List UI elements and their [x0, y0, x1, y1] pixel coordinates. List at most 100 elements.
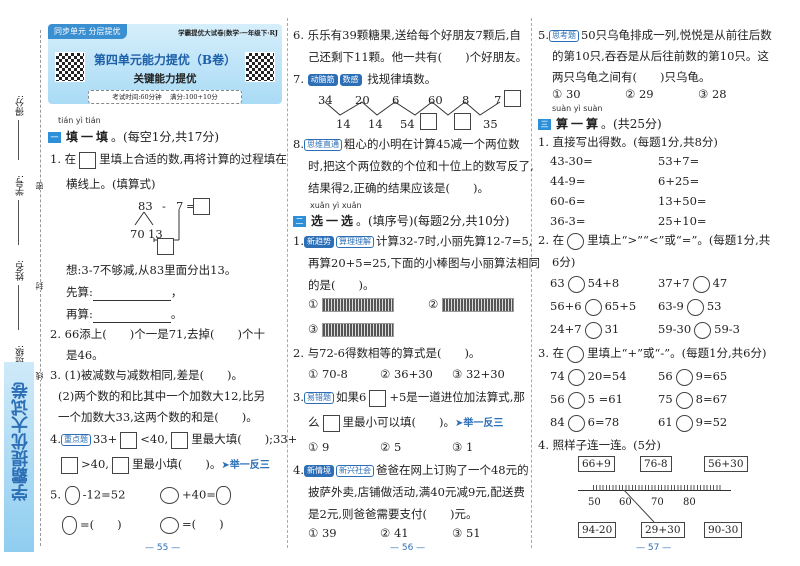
- expression-card[interactable]: 94-20: [578, 522, 617, 538]
- full-score: 满分:100+10分: [169, 93, 218, 101]
- expression-card[interactable]: 29+30: [641, 522, 685, 538]
- choice-1: 1. 新趋势 算理理解 计算32-7时,小丽先算12-7=5,: [293, 233, 532, 249]
- choice-1-option-3[interactable]: ③: [308, 322, 394, 337]
- pattern-number: 35: [483, 117, 498, 131]
- choice-5-option-1[interactable]: ① 30: [552, 87, 581, 101]
- text: =( ): [182, 517, 224, 531]
- calc-item[interactable]: 43-30=: [550, 153, 593, 169]
- question-1-cont: 横线上。(填算式): [66, 177, 156, 191]
- choice-1-option-2[interactable]: ②: [428, 297, 514, 312]
- answer-box[interactable]: [120, 431, 138, 449]
- choice-3-option-2[interactable]: ② 5: [380, 440, 401, 454]
- answer-circle[interactable]: [675, 414, 693, 432]
- section-note: 。(共25分): [601, 117, 662, 131]
- answer-box[interactable]: [157, 238, 174, 255]
- answer-box[interactable]: [504, 90, 521, 107]
- tag: 动脑筋: [307, 74, 338, 86]
- answer-box[interactable]: [111, 456, 129, 474]
- calc-item[interactable]: 25+10=: [658, 213, 707, 229]
- answer-circle[interactable]: [584, 321, 602, 339]
- calc-item[interactable]: 13+50=: [658, 193, 707, 209]
- option-label: ②: [428, 297, 439, 311]
- num: 4.: [293, 463, 304, 477]
- answer-circle[interactable]: [675, 391, 693, 409]
- answer-line[interactable]: [92, 284, 171, 301]
- calc-item[interactable]: 53+7=: [658, 153, 699, 169]
- series-name: 学霸提优大试卷|数学·一年级下·RJ: [178, 29, 278, 37]
- answer-box[interactable]: [369, 389, 387, 407]
- answer-line[interactable]: [92, 306, 171, 323]
- pattern-number: 7: [494, 93, 502, 107]
- num: 5.: [538, 28, 549, 42]
- page-number: — 55 —: [145, 543, 181, 553]
- choice-4-option-3[interactable]: ③ 51: [452, 526, 481, 540]
- text: 里填上“>”“<”或“=”。(每题1分,共: [587, 233, 771, 247]
- choice-5-option-3[interactable]: ③ 28: [698, 87, 727, 101]
- choice-5-option-2[interactable]: ② 29: [625, 87, 654, 101]
- expression-card[interactable]: 66+9: [578, 456, 615, 472]
- calc-item[interactable]: 36-3=: [550, 213, 585, 229]
- pattern-number: 54: [400, 117, 415, 131]
- calc-item[interactable]: 6+25=: [658, 173, 699, 189]
- text: >40,: [81, 457, 109, 471]
- banner: 学霸提优大试卷: [4, 362, 34, 552]
- answer-circle[interactable]: [567, 368, 585, 386]
- section-title: 选一选: [311, 214, 357, 228]
- choice-2-option-3[interactable]: ③ 32+30: [452, 367, 505, 381]
- choice-2-option-1[interactable]: ① 70-8: [308, 367, 348, 381]
- question-4: 4. 重点题 33+ <40, 里最大填( );33+: [50, 431, 297, 449]
- text: 如果6: [335, 390, 367, 404]
- choice-2-option-2[interactable]: ② 36+30: [380, 367, 433, 381]
- text: 1. 在: [50, 152, 77, 166]
- choice-3-option-3[interactable]: ③ 1: [452, 440, 473, 454]
- section-number: 二: [293, 216, 306, 227]
- answer-circle[interactable]: [694, 321, 712, 339]
- answer-box[interactable]: [322, 414, 340, 432]
- calc-item[interactable]: 60-6=: [550, 193, 585, 209]
- answer-circle[interactable]: [584, 298, 602, 316]
- question-4-cont: >40, 里最小填( )。➤举一反三: [58, 456, 270, 474]
- answer-box[interactable]: [454, 113, 471, 130]
- question-7: 7. 动脑筋 数感 找规律填数。: [293, 71, 436, 87]
- sign-item: 56 5 =61: [550, 391, 623, 409]
- page-number: — 57 —: [636, 543, 672, 553]
- compare-item: 37+7 47: [658, 275, 727, 293]
- choice-4-option-1[interactable]: ① 39: [308, 526, 337, 540]
- answer-circle[interactable]: [686, 298, 704, 316]
- answer-circle[interactable]: [692, 275, 710, 293]
- calc-item[interactable]: 44-9=: [550, 173, 585, 189]
- practice-link[interactable]: ➤举一反三: [221, 460, 269, 471]
- practice-link[interactable]: ➤举一反三: [455, 418, 503, 429]
- pear-icon: [64, 486, 80, 505]
- answer-circle[interactable]: [567, 275, 585, 293]
- text: =( ): [80, 517, 122, 532]
- answer-circle[interactable]: [567, 414, 585, 432]
- text: 里最小填( )。: [131, 457, 222, 471]
- text: 2. 在: [538, 233, 565, 247]
- page-title: 第四单元能力提优（B卷）: [93, 53, 237, 67]
- pattern-number: 14: [368, 117, 383, 131]
- text: 里填上合适的数,再将计算的过程填在: [99, 152, 287, 166]
- tag: 数感: [339, 74, 362, 86]
- answer-box[interactable]: [79, 151, 97, 169]
- expression-card[interactable]: 56+30: [704, 456, 748, 472]
- column-divider: [531, 18, 532, 548]
- expression-card[interactable]: 90-30: [704, 522, 743, 538]
- option-label: ③: [308, 322, 319, 336]
- rhs: 59-3: [714, 322, 740, 336]
- section-note: 。(填序号)(每题2分,共10分): [356, 214, 510, 228]
- answer-box[interactable]: [420, 113, 437, 130]
- answer-circle[interactable]: [567, 391, 585, 409]
- apple-icon: [160, 487, 179, 504]
- compare-item: 24+7 31: [550, 321, 619, 339]
- answer-circle[interactable]: [675, 368, 693, 386]
- rhs: 47: [712, 276, 728, 290]
- score-label: 得分:: [16, 95, 26, 117]
- choice-1-option-1[interactable]: ①: [308, 297, 394, 312]
- answer-box[interactable]: [61, 456, 78, 474]
- answer-box[interactable]: [171, 431, 189, 449]
- expression-card[interactable]: 76-8: [640, 456, 672, 472]
- text: 3. 在: [538, 346, 565, 360]
- choice-4-option-2[interactable]: ② 41: [380, 526, 409, 540]
- choice-3-option-1[interactable]: ① 9: [308, 440, 329, 454]
